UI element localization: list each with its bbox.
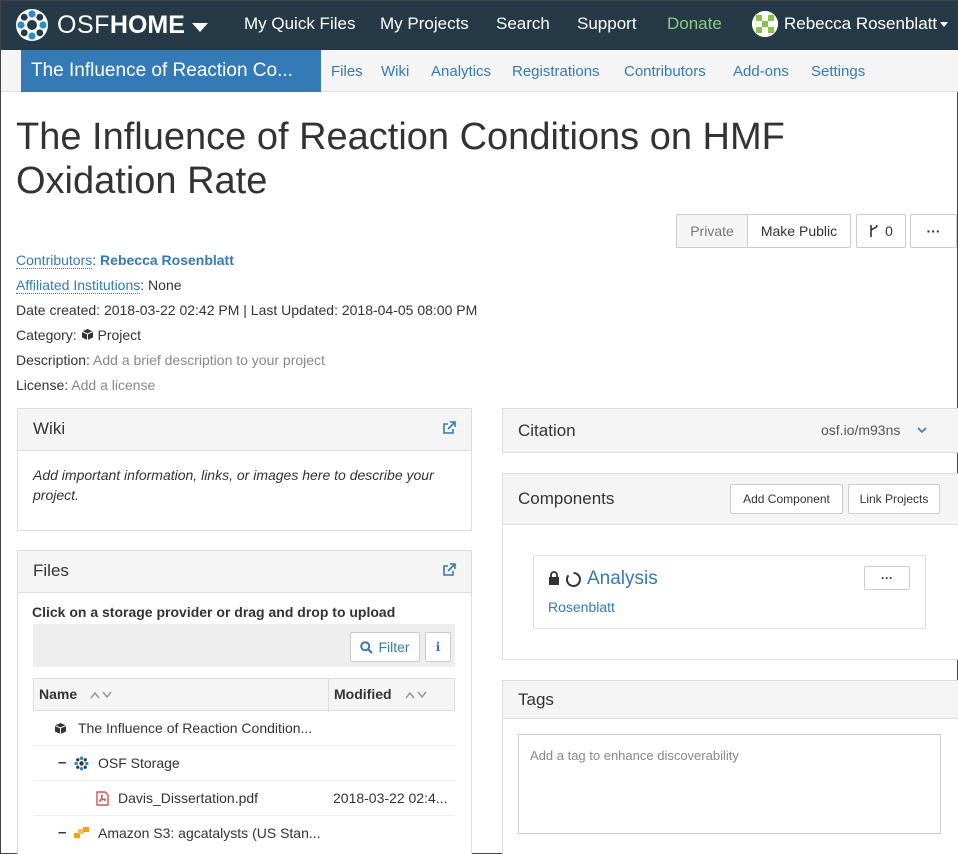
osf-home-brand[interactable]: OSF HOME [15, 8, 208, 42]
license-value[interactable]: Add a license [71, 377, 155, 393]
category-label: Category: [16, 327, 77, 343]
files-panel-header: Files [18, 551, 471, 593]
user-menu[interactable]: Rebecca Rosenblatt [752, 11, 949, 37]
subnav-wiki[interactable]: Wiki [381, 63, 409, 80]
table-row[interactable]: The Influence of Reaction Condition... [33, 711, 455, 746]
citation-panel[interactable]: Citation osf.io/m93ns [502, 408, 958, 453]
subnav-settings[interactable]: Settings [811, 63, 865, 80]
wiki-panel: Wiki Add important information, links, o… [17, 408, 472, 531]
nav-search[interactable]: Search [496, 14, 550, 34]
table-row[interactable]: – Amazon S3: agcatalysts (US Stan... [33, 816, 455, 851]
info-icon: i [435, 640, 441, 654]
contributors-line: Contributors: Rebecca Rosenblatt [16, 252, 234, 269]
affiliated-value: None [148, 277, 182, 293]
collapse-icon[interactable]: – [58, 824, 66, 841]
osf-logo-icon [16, 9, 48, 41]
chevron-down-icon [940, 21, 949, 27]
license-line: License: Add a license [16, 377, 155, 393]
wiki-title: Wiki [33, 419, 66, 438]
page-title: The Influence of Reaction Conditions on … [16, 116, 785, 202]
files-title: Files [33, 561, 69, 580]
file-name: Davis_Dissertation.pdf [118, 790, 259, 806]
external-link-icon[interactable] [442, 563, 456, 577]
fork-icon [870, 224, 878, 237]
file-name: Amazon S3: agcatalysts (US Stan... [98, 825, 321, 841]
subnav-addons[interactable]: Add-ons [733, 63, 789, 80]
project-subnav: The Influence of Reaction Co... Files Wi… [1, 50, 958, 92]
user-name: Rebecca Rosenblatt [784, 14, 938, 33]
component-more-button[interactable]: ··· [864, 566, 910, 590]
external-link-icon[interactable] [442, 421, 456, 435]
citation-link[interactable]: osf.io/m93ns [821, 422, 900, 438]
project-tab[interactable]: The Influence of Reaction Co... [21, 50, 321, 92]
subnav-files[interactable]: Files [331, 63, 363, 80]
category-line: Category: Project [16, 327, 141, 343]
chevron-down-icon[interactable] [917, 427, 927, 434]
file-modified: 2018-03-22 02:4... [333, 790, 448, 806]
filter-label: Filter [378, 639, 410, 655]
chevron-down-icon[interactable] [191, 22, 208, 32]
search-icon [360, 640, 374, 654]
collapse-icon[interactable]: – [58, 754, 66, 771]
wiki-panel-header: Wiki [18, 409, 471, 451]
osf-storage-icon [74, 756, 89, 771]
files-table-header: Name Modified [33, 678, 455, 712]
top-navbar: OSF HOME My Quick Files My Projects Searc… [1, 1, 958, 50]
filter-button[interactable]: Filter [350, 632, 420, 662]
citation-title: Citation [518, 421, 576, 440]
pdf-icon [96, 791, 109, 806]
link-projects-button[interactable]: Link Projects [848, 484, 940, 514]
affiliated-label[interactable]: Affiliated Institutions [16, 277, 141, 294]
column-divider [328, 679, 329, 712]
description-label: Description: [16, 352, 90, 368]
table-row[interactable]: – OSF Storage [33, 746, 455, 781]
dates-line: Date created: 2018-03-22 02:42 PM | Last… [16, 302, 478, 318]
amazon-s3-icon [74, 827, 89, 838]
license-label: License: [16, 377, 69, 393]
component-card: Analysis Rosenblatt ··· [533, 555, 926, 629]
contributors-label[interactable]: Contributors [16, 252, 93, 269]
upload-instruction: Click on a storage provider or drag and … [32, 604, 396, 620]
subnav-contributors[interactable]: Contributors [624, 63, 706, 80]
brand-home-text: HOME [109, 10, 185, 39]
components-title: Components [518, 489, 615, 508]
contributor-link[interactable]: Rebecca Rosenblatt [100, 252, 234, 268]
description-line: Description: Add a brief description to … [16, 352, 325, 368]
subnav-analytics[interactable]: Analytics [431, 63, 491, 80]
table-row[interactable]: Davis_Dissertation.pdf 2018-03-22 02:4..… [33, 781, 455, 816]
nav-my-projects[interactable]: My Projects [380, 14, 469, 34]
col-name-header[interactable]: Name [39, 686, 77, 702]
component-contributor-link[interactable]: Rosenblatt [548, 599, 615, 615]
spinner-icon [565, 572, 581, 587]
description-value[interactable]: Add a brief description to your project [93, 352, 325, 368]
sort-arrows-icon[interactable] [404, 690, 428, 700]
tags-panel-header: Tags [503, 681, 958, 719]
make-public-button[interactable]: Make Public [747, 214, 851, 248]
tag-input[interactable]: Add a tag to enhance discoverability [518, 734, 941, 834]
private-button[interactable]: Private [676, 214, 748, 248]
category-value: Project [97, 327, 142, 343]
file-name: The Influence of Reaction Condition... [78, 720, 313, 736]
cube-icon [81, 329, 93, 340]
nav-support[interactable]: Support [577, 14, 637, 34]
file-name: OSF Storage [98, 755, 180, 771]
avatar [752, 11, 778, 37]
nav-donate[interactable]: Donate [667, 14, 722, 34]
more-options-button[interactable]: ··· [910, 214, 957, 248]
info-button[interactable]: i [425, 632, 451, 662]
fork-count: 0 [885, 223, 893, 239]
nav-my-quick-files[interactable]: My Quick Files [244, 14, 355, 34]
sort-arrows-icon[interactable] [89, 690, 113, 700]
component-title-link[interactable]: Analysis [587, 568, 658, 590]
affiliated-line: Affiliated Institutions: None [16, 277, 182, 294]
lock-icon [549, 571, 559, 585]
wiki-body: Add important information, links, or ima… [33, 467, 434, 503]
cube-icon [54, 723, 67, 734]
brand-osf-text: OSF [57, 10, 110, 39]
col-modified-header[interactable]: Modified [334, 686, 392, 702]
fork-button[interactable]: 0 [856, 214, 906, 248]
add-component-button[interactable]: Add Component [730, 484, 843, 514]
tags-title: Tags [518, 690, 554, 709]
subnav-registrations[interactable]: Registrations [512, 63, 600, 80]
